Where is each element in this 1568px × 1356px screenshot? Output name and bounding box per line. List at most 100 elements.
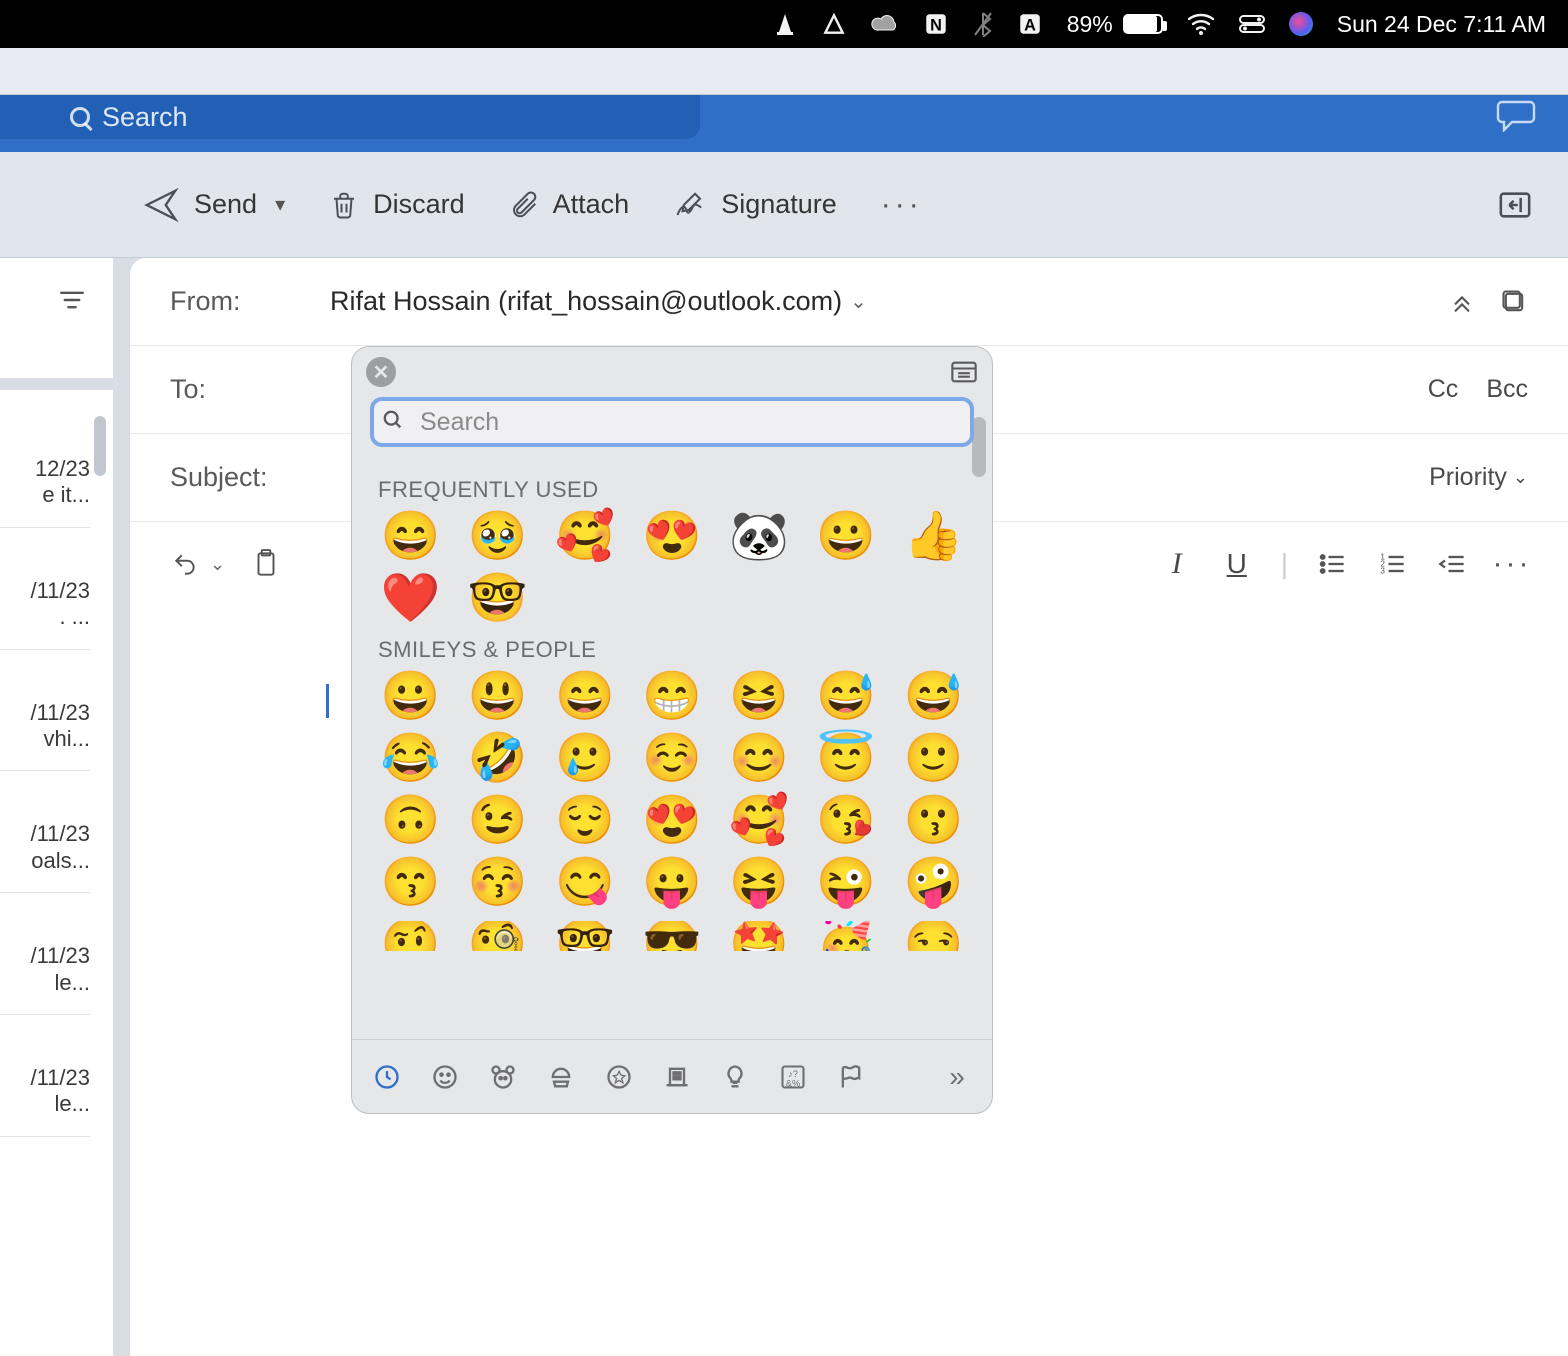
emoji-item[interactable]: 🤓 bbox=[461, 575, 534, 623]
underline-button[interactable]: U bbox=[1221, 548, 1253, 580]
emoji-item[interactable]: 🥰 bbox=[548, 513, 621, 561]
emoji-item[interactable]: 😄 bbox=[548, 673, 621, 721]
category-recent-icon[interactable] bbox=[370, 1060, 404, 1094]
bluetooth-off-icon[interactable] bbox=[973, 11, 993, 37]
outdent-button[interactable] bbox=[1436, 548, 1468, 580]
emoji-item[interactable]: 🤨 bbox=[374, 921, 447, 951]
category-activity-icon[interactable] bbox=[602, 1060, 636, 1094]
priority-dropdown[interactable]: Priority ⌄ bbox=[1429, 463, 1528, 492]
svg-text:&%: &% bbox=[786, 1078, 801, 1088]
emoji-item[interactable]: 😚 bbox=[461, 859, 534, 907]
emoji-item[interactable]: 😎 bbox=[635, 921, 708, 951]
emoji-item[interactable]: 😙 bbox=[374, 859, 447, 907]
emoji-item[interactable]: 😂 bbox=[374, 735, 447, 783]
emoji-item[interactable]: 🤪 bbox=[897, 859, 970, 907]
emoji-item[interactable]: ❤️ bbox=[374, 575, 447, 623]
emoji-item[interactable]: 😋 bbox=[548, 859, 621, 907]
send-button[interactable]: Send ▾ bbox=[142, 186, 285, 224]
keyboard-input-icon[interactable]: A bbox=[1017, 11, 1043, 37]
emoji-item[interactable]: 😘 bbox=[810, 797, 883, 845]
notion-icon[interactable]: N bbox=[923, 11, 949, 37]
chevron-down-icon[interactable]: ⌄ bbox=[210, 554, 225, 575]
app-triangle-icon[interactable] bbox=[821, 11, 847, 37]
emoji-item[interactable]: 😁 bbox=[635, 673, 708, 721]
emoji-item[interactable]: 🥲 bbox=[548, 735, 621, 783]
emoji-item[interactable]: 😌 bbox=[548, 797, 621, 845]
app-header: Search bbox=[0, 94, 1568, 152]
emoji-item[interactable]: 🧐 bbox=[461, 921, 534, 951]
expand-up-icon[interactable] bbox=[1448, 288, 1476, 316]
emoji-item[interactable]: 😉 bbox=[461, 797, 534, 845]
emoji-item[interactable]: ☺️ bbox=[635, 735, 708, 783]
battery-status[interactable]: 89% bbox=[1067, 11, 1163, 38]
siri-icon[interactable] bbox=[1289, 12, 1313, 36]
discard-button[interactable]: Discard bbox=[329, 189, 465, 221]
emoji-item[interactable]: 🐼 bbox=[723, 513, 796, 561]
emoji-item[interactable]: 👍 bbox=[897, 513, 970, 561]
emoji-item[interactable]: 🙂 bbox=[897, 735, 970, 783]
emoji-item[interactable]: 😍 bbox=[635, 797, 708, 845]
mail-list[interactable]: 12/23e it... /11/23. ... /11/23vhi... /1… bbox=[0, 438, 90, 1137]
emoji-item[interactable]: 😅 bbox=[810, 673, 883, 721]
emoji-item[interactable]: 😗 bbox=[897, 797, 970, 845]
emoji-item[interactable]: 😏 bbox=[897, 921, 970, 951]
emoji-item[interactable]: 😛 bbox=[635, 859, 708, 907]
wifi-icon[interactable] bbox=[1187, 13, 1215, 35]
category-travel-icon[interactable] bbox=[660, 1060, 694, 1094]
control-center-icon[interactable] bbox=[1239, 15, 1265, 33]
emoji-item[interactable]: 🙃 bbox=[374, 797, 447, 845]
category-smileys-icon[interactable] bbox=[428, 1060, 462, 1094]
collapse-panel-button[interactable] bbox=[1498, 190, 1532, 220]
emoji-item[interactable]: 😆 bbox=[723, 673, 796, 721]
expand-window-icon[interactable] bbox=[950, 360, 978, 384]
app-titlebar bbox=[0, 48, 1568, 94]
emoji-item[interactable]: 😇 bbox=[810, 735, 883, 783]
scrollbar-thumb[interactable] bbox=[94, 416, 106, 476]
signature-button[interactable]: Signature bbox=[673, 189, 837, 220]
cc-button[interactable]: Cc bbox=[1428, 375, 1459, 404]
bcc-button[interactable]: Bcc bbox=[1486, 375, 1528, 404]
category-flags-icon[interactable] bbox=[834, 1060, 868, 1094]
global-search[interactable]: Search bbox=[0, 95, 700, 139]
chat-bubble-icon[interactable] bbox=[1496, 96, 1538, 132]
emoji-item[interactable]: 😄 bbox=[374, 513, 447, 561]
category-objects-icon[interactable] bbox=[718, 1060, 752, 1094]
chevron-down-icon[interactable]: ▾ bbox=[275, 192, 285, 217]
close-icon[interactable]: ✕ bbox=[366, 357, 396, 387]
from-dropdown[interactable]: Rifat Hossain (rifat_hossain@outlook.com… bbox=[330, 286, 1448, 317]
category-symbols-icon[interactable]: ♪?&% bbox=[776, 1060, 810, 1094]
menubar-datetime[interactable]: Sun 24 Dec 7:11 AM bbox=[1337, 11, 1546, 38]
popout-icon[interactable] bbox=[1500, 288, 1528, 316]
emoji-item[interactable]: 😅 bbox=[897, 673, 970, 721]
emoji-item[interactable]: 🤣 bbox=[461, 735, 534, 783]
cloud-sync-icon[interactable] bbox=[871, 14, 899, 34]
emoji-item[interactable]: 🤓 bbox=[548, 921, 621, 951]
emoji-item[interactable]: 😝 bbox=[723, 859, 796, 907]
emoji-search-input[interactable] bbox=[370, 397, 974, 447]
emoji-item[interactable]: 😃 bbox=[461, 673, 534, 721]
emoji-item[interactable]: 😊 bbox=[723, 735, 796, 783]
italic-button[interactable]: I bbox=[1161, 548, 1193, 580]
emoji-item[interactable]: 🥹 bbox=[461, 513, 534, 561]
more-options-button[interactable]: ··· bbox=[881, 188, 923, 222]
vlc-icon[interactable] bbox=[773, 12, 797, 36]
more-format-button[interactable]: ··· bbox=[1496, 548, 1528, 580]
category-food-icon[interactable] bbox=[544, 1060, 578, 1094]
from-label: From: bbox=[170, 286, 330, 317]
attach-button[interactable]: Attach bbox=[509, 189, 630, 221]
emoji-item[interactable]: 😀 bbox=[810, 513, 883, 561]
bullet-list-button[interactable] bbox=[1316, 548, 1348, 580]
emoji-item[interactable]: 😀 bbox=[374, 673, 447, 721]
filter-icon[interactable] bbox=[57, 288, 87, 312]
emoji-item[interactable]: 🤩 bbox=[723, 921, 796, 951]
emoji-item[interactable]: 🥳 bbox=[810, 921, 883, 951]
paste-button[interactable] bbox=[253, 549, 279, 579]
category-animals-icon[interactable] bbox=[486, 1060, 520, 1094]
list-item: 12/23e it... bbox=[0, 438, 90, 528]
emoji-item[interactable]: 😜 bbox=[810, 859, 883, 907]
undo-button[interactable]: ⌄ bbox=[170, 551, 225, 577]
emoji-item[interactable]: 🥰 bbox=[723, 797, 796, 845]
emoji-item[interactable]: 😍 bbox=[635, 513, 708, 561]
numbered-list-button[interactable]: 123 bbox=[1376, 548, 1408, 580]
more-categories-icon[interactable]: » bbox=[940, 1060, 974, 1094]
